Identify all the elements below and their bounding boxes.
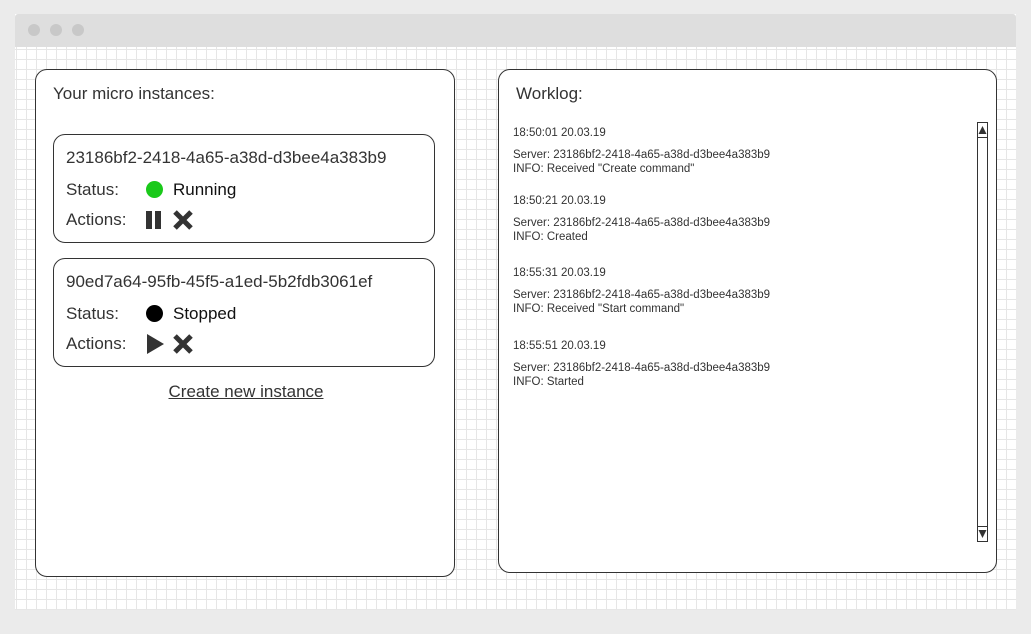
arrow-down-icon [978,530,987,538]
status-value: Stopped [173,304,237,323]
close-icon [173,210,193,230]
log-entry: 18:50:01 20.03.19 Server: 23186bf2-2418-… [513,126,963,176]
window-maximize-dot[interactable] [72,24,84,36]
log-entry: 18:55:51 20.03.19 Server: 23186bf2-2418-… [513,339,963,389]
worklog-panel: Worklog: 18:50:01 20.03.19 Server: 23186… [498,69,997,573]
instance-id: 90ed7a64-95fb-45f5-a1ed-5b2fdb3061ef [66,272,373,291]
scrollbar-divider [978,526,987,527]
log-info: INFO: Started [513,376,584,388]
log-info: INFO: Received "Start command" [513,303,685,315]
scroll-up-button[interactable] [978,124,987,136]
log-timestamp: 18:50:21 20.03.19 [513,195,606,207]
delete-button[interactable] [172,333,194,355]
log-server: Server: 23186bf2-2418-4a65-a38d-d3bee4a3… [513,149,771,161]
log-server: Server: 23186bf2-2418-4a65-a38d-d3bee4a3… [513,217,771,229]
close-icon [173,334,193,354]
arrow-up-icon [978,126,987,134]
play-button[interactable] [145,333,167,355]
actions-label: Actions: [66,210,127,229]
log-entry: 18:55:31 20.03.19 Server: 23186bf2-2418-… [513,266,963,316]
play-icon [147,334,164,354]
worklog-panel-title: Worklog: [516,84,583,103]
status-label: Status: [66,180,119,199]
log-server: Server: 23186bf2-2418-4a65-a38d-d3bee4a3… [513,362,771,374]
log-info: INFO: Created [513,231,588,243]
status-stopped-indicator [146,305,163,322]
instances-panel: Your micro instances: 23186bf2-2418-4a65… [35,69,455,577]
actions-label: Actions: [66,334,127,353]
scrollbar-divider [978,137,987,138]
log-timestamp: 18:55:51 20.03.19 [513,340,606,352]
browser-window: Your micro instances: 23186bf2-2418-4a65… [15,14,1016,610]
log-timestamp: 18:55:31 20.03.19 [513,267,606,279]
instance-id: 23186bf2-2418-4a65-a38d-d3bee4a383b9 [66,148,387,167]
status-label: Status: [66,304,119,323]
pause-button[interactable] [145,209,167,231]
log-entry: 18:50:21 20.03.19 Server: 23186bf2-2418-… [513,194,963,244]
status-value: Running [173,180,237,199]
create-instance-link[interactable]: Create new instance [36,382,456,402]
instance-card: 90ed7a64-95fb-45f5-a1ed-5b2fdb3061ef Sta… [53,258,435,367]
scroll-down-button[interactable] [978,528,987,540]
window-titlebar [15,14,1016,47]
log-timestamp: 18:50:01 20.03.19 [513,127,606,139]
instances-panel-title: Your micro instances: [53,84,215,103]
page-canvas: Your micro instances: 23186bf2-2418-4a65… [15,47,1016,610]
worklog-scrollbar[interactable] [977,122,988,542]
instance-card: 23186bf2-2418-4a65-a38d-d3bee4a383b9 Sta… [53,134,435,243]
window-close-dot[interactable] [28,24,40,36]
status-running-indicator [146,181,163,198]
pause-icon [146,211,161,229]
log-server: Server: 23186bf2-2418-4a65-a38d-d3bee4a3… [513,289,771,301]
log-info: INFO: Received "Create command" [513,163,695,175]
delete-button[interactable] [172,209,194,231]
worklog-list: 18:50:01 20.03.19 Server: 23186bf2-2418-… [513,126,963,389]
window-minimize-dot[interactable] [50,24,62,36]
